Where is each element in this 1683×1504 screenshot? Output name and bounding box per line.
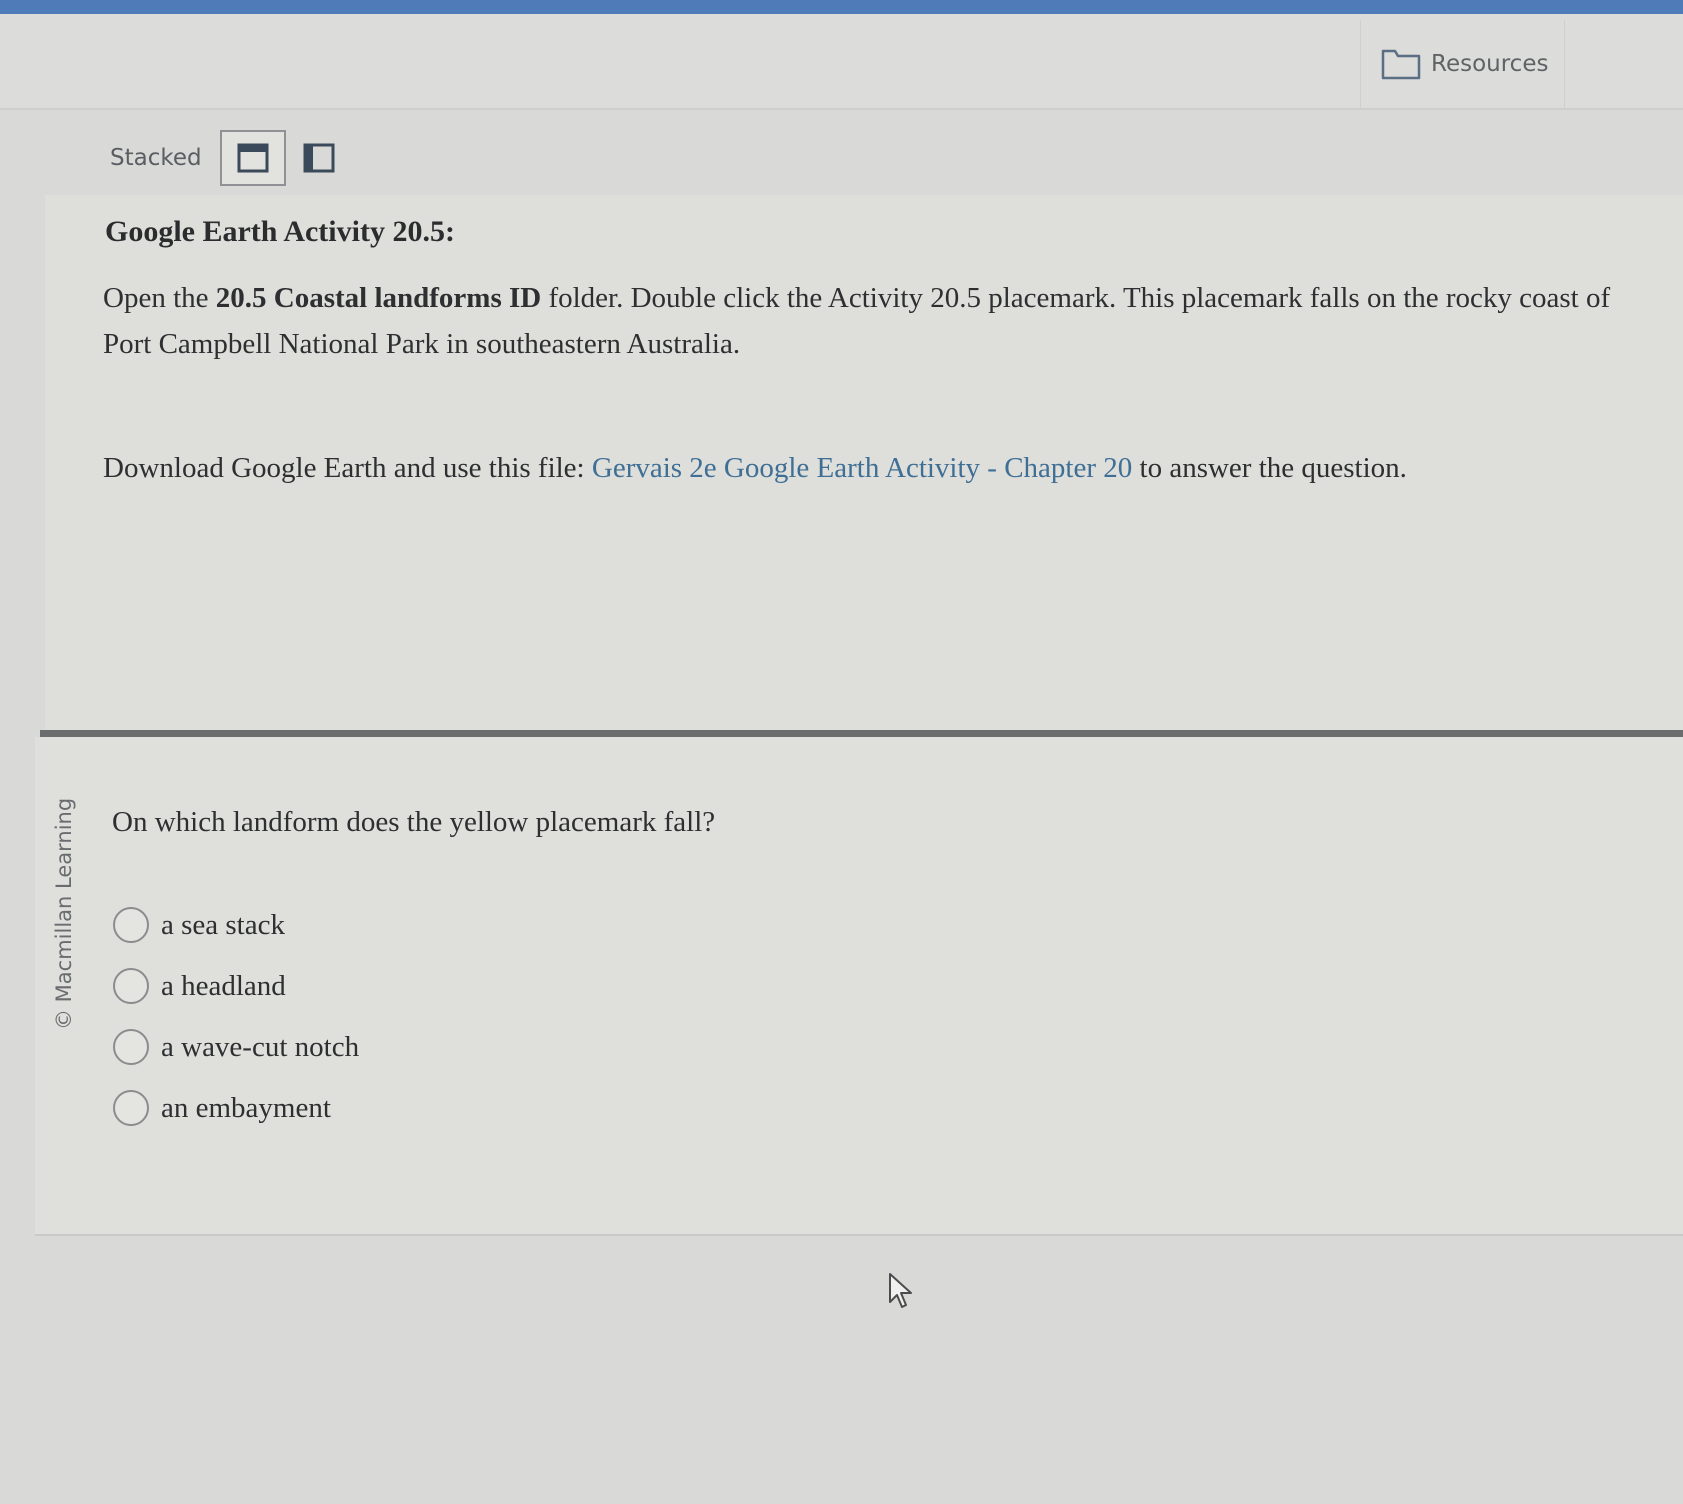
answer-option-headland[interactable]: a headland bbox=[113, 966, 359, 1006]
stacked-layout-icon bbox=[237, 143, 269, 173]
answer-option-sea-stack[interactable]: a sea stack bbox=[113, 905, 359, 945]
resources-label: Resources bbox=[1431, 51, 1549, 77]
answer-options: a sea stack a headland a wave-cut notch … bbox=[113, 905, 359, 1149]
radio-button[interactable] bbox=[113, 1029, 149, 1065]
answer-option-wave-cut-notch[interactable]: a wave-cut notch bbox=[113, 1027, 359, 1067]
panel-divider bbox=[40, 730, 1683, 737]
side-by-side-layout-icon bbox=[303, 143, 335, 173]
instructions-text-1: Open the bbox=[103, 282, 216, 314]
top-accent-bar bbox=[0, 0, 1683, 14]
option-label: a sea stack bbox=[161, 908, 285, 941]
activity-title: Google Earth Activity 20.5: bbox=[105, 215, 455, 248]
question-text: On which landform does the yellow placem… bbox=[112, 806, 716, 838]
activity-file-link[interactable]: Gervais 2e Google Earth Activity - Chapt… bbox=[592, 452, 1132, 484]
resources-button[interactable]: Resources bbox=[1360, 20, 1565, 108]
layout-toggle: Stacked bbox=[110, 128, 352, 188]
answer-option-embayment[interactable]: an embayment bbox=[113, 1088, 359, 1128]
stacked-layout-button[interactable] bbox=[219, 130, 286, 186]
side-by-side-layout-button[interactable] bbox=[286, 130, 352, 186]
layout-toggle-label: Stacked bbox=[110, 145, 202, 171]
activity-instructions: Open the 20.5 Coastal landforms ID folde… bbox=[103, 275, 1643, 367]
download-instructions: Download Google Earth and use this file:… bbox=[103, 452, 1663, 485]
copyright-watermark: © Macmillan Learning bbox=[52, 797, 76, 1030]
option-label: a headland bbox=[161, 969, 286, 1002]
download-text-after: to answer the question. bbox=[1132, 452, 1407, 484]
mouse-cursor-icon bbox=[889, 1273, 912, 1308]
folder-name: 20.5 Coastal landforms ID bbox=[215, 282, 542, 314]
download-text-before: Download Google Earth and use this file: bbox=[103, 452, 592, 484]
option-label: a wave-cut notch bbox=[161, 1030, 360, 1063]
option-label: an embayment bbox=[161, 1091, 331, 1124]
radio-button[interactable] bbox=[113, 907, 149, 943]
radio-button[interactable] bbox=[113, 1090, 149, 1126]
radio-button[interactable] bbox=[113, 968, 149, 1004]
folder-icon bbox=[1381, 49, 1421, 80]
